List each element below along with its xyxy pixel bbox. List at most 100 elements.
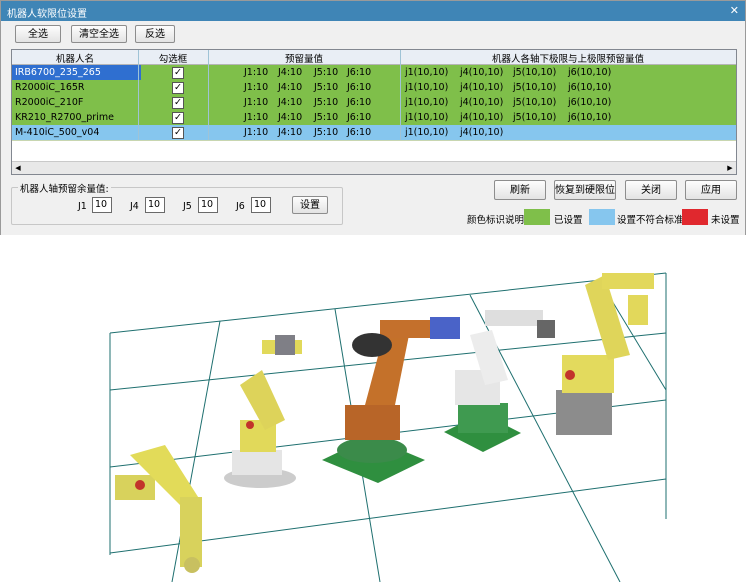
margin-j1: J1:10 <box>244 127 269 138</box>
margin-j5: J5:10 <box>314 112 339 123</box>
robot-arm-yellow-right <box>556 273 654 435</box>
scroll-left-icon[interactable]: ◀ <box>12 163 24 173</box>
header-limits: 机器人各轴下极限与上极限预留量值 <box>491 54 644 65</box>
margin-j6: J6:10 <box>347 127 372 138</box>
set-margin-button[interactable]: 设置 <box>292 196 328 214</box>
legend-label-nonstandard: 设置不符合标准 <box>617 215 684 226</box>
legend-color-set <box>524 209 550 225</box>
limit-j4: j4(10,10) <box>460 82 504 93</box>
legend-label-unset: 未设置 <box>711 215 740 226</box>
j4-input[interactable]: 10 <box>145 197 165 213</box>
margin-j6: J6:10 <box>347 67 372 78</box>
limit-j5: j5(10,10) <box>513 67 557 78</box>
j5-label: J5 <box>183 201 192 212</box>
row-checkbox[interactable]: ✓ <box>172 127 184 139</box>
margin-j4: J4:10 <box>278 97 303 108</box>
row-checkbox[interactable]: ✓ <box>172 82 184 94</box>
window-title: 机器人软限位设置 <box>7 9 87 20</box>
margin-j5: J5:10 <box>314 127 339 138</box>
j6-label: J6 <box>236 201 245 212</box>
row-checkbox[interactable]: ✓ <box>172 112 184 124</box>
robot-3d-viewport[interactable] <box>0 235 756 583</box>
select-all-button[interactable]: 全选 <box>15 25 61 43</box>
robot-arm-white <box>444 310 555 452</box>
table-row[interactable]: IRB6700_235_265 ✓ J1:10 J4:10 J5:10 J6:1… <box>12 65 736 81</box>
limit-j4: j4(10,10) <box>460 97 504 108</box>
scroll-right-icon[interactable]: ▶ <box>724 163 736 173</box>
limit-j1: j1(10,10) <box>405 67 449 78</box>
robot-arm-yellow-small <box>115 445 202 573</box>
axis-margin-label: 机器人轴预留余量值: <box>18 181 111 195</box>
row-checkbox[interactable]: ✓ <box>172 67 184 79</box>
j6-input[interactable]: 10 <box>251 197 271 213</box>
legend-label-set: 已设置 <box>554 215 583 226</box>
limit-j6: j6(10,10) <box>568 97 612 108</box>
close-icon[interactable]: ✕ <box>730 4 739 17</box>
horizontal-scrollbar[interactable]: ◀ ▶ <box>12 161 736 174</box>
margin-j5: J5:10 <box>314 82 339 93</box>
limit-j6: j6(10,10) <box>568 67 612 78</box>
margin-j1: J1:10 <box>244 67 269 78</box>
j1-label: J1 <box>78 201 87 212</box>
margin-j4: J4:10 <box>278 82 303 93</box>
margin-j1: J1:10 <box>244 97 269 108</box>
robot-arm-yellow-left <box>224 335 302 488</box>
limit-j5: j5(10,10) <box>513 112 557 123</box>
limit-j4: j4(10,10) <box>460 112 504 123</box>
j5-input[interactable]: 10 <box>198 197 218 213</box>
apply-button[interactable]: 应用 <box>685 180 737 200</box>
header-margin: 预留量值 <box>284 54 323 65</box>
margin-j5: J5:10 <box>314 97 339 108</box>
margin-j6: J6:10 <box>347 97 372 108</box>
column-divider <box>400 50 401 140</box>
table-row[interactable]: R2000iC_165R ✓ J1:10 J4:10 J5:10 J6:10 j… <box>12 80 736 96</box>
limit-j6: j6(10,10) <box>568 112 612 123</box>
margin-j6: J6:10 <box>347 82 372 93</box>
close-button[interactable]: 关闭 <box>625 180 677 200</box>
soft-limit-dialog: 机器人软限位设置 ✕ 全选 清空全选 反选 机器人名 勾选框 预留量值 机器人各… <box>0 0 746 237</box>
table-row[interactable]: M-410iC_500_v04 ✓ J1:10 J4:10 J5:10 J6:1… <box>12 125 736 141</box>
invert-selection-button[interactable]: 反选 <box>135 25 175 43</box>
column-divider <box>138 50 139 140</box>
title-bar: 机器人软限位设置 ✕ <box>1 1 745 21</box>
refresh-button[interactable]: 刷新 <box>494 180 546 200</box>
table-header: 机器人名 勾选框 预留量值 机器人各轴下极限与上极限预留量值 <box>12 50 736 65</box>
legend-title: 颜色标识说明: <box>467 215 528 226</box>
column-divider <box>208 50 209 140</box>
j4-label: J4 <box>130 201 139 212</box>
limit-j6: j6(10,10) <box>568 82 612 93</box>
limit-j1: j1(10,10) <box>405 82 449 93</box>
limit-j4: j4(10,10) <box>460 127 504 138</box>
viewport-canvas <box>109 272 667 583</box>
margin-j4: J4:10 <box>278 112 303 123</box>
limit-j1: j1(10,10) <box>405 112 449 123</box>
margin-j4: J4:10 <box>278 127 303 138</box>
robot-table[interactable]: 机器人名 勾选框 预留量值 机器人各轴下极限与上极限预留量值 IRB6700_2… <box>11 49 737 175</box>
j1-input[interactable]: 10 <box>92 197 112 213</box>
margin-j5: J5:10 <box>314 67 339 78</box>
margin-j1: J1:10 <box>244 82 269 93</box>
margin-j6: J6:10 <box>347 112 372 123</box>
legend-color-unset <box>682 209 708 225</box>
limit-j5: j5(10,10) <box>513 82 557 93</box>
axis-margin-group: 机器人轴预留余量值: J1 10 J4 10 J5 10 J6 10 设置 <box>11 181 343 225</box>
clear-all-button[interactable]: 清空全选 <box>71 25 127 43</box>
row-checkbox[interactable]: ✓ <box>172 97 184 109</box>
table-row[interactable]: KR210_R2700_prime ✓ J1:10 J4:10 J5:10 J6… <box>12 110 736 126</box>
margin-j1: J1:10 <box>244 112 269 123</box>
header-robot-name: 机器人名 <box>55 54 94 65</box>
limit-j4: j4(10,10) <box>460 67 504 78</box>
robot-name-cell[interactable]: M-410iC_500_v04 <box>15 127 99 138</box>
table-row[interactable]: R2000iC_210F ✓ J1:10 J4:10 J5:10 J6:10 j… <box>12 95 736 111</box>
robot-name-cell[interactable]: R2000iC_210F <box>15 97 83 108</box>
robot-name-cell[interactable]: KR210_R2700_prime <box>15 112 114 123</box>
limit-j5: j5(10,10) <box>513 97 557 108</box>
limit-j1: j1(10,10) <box>405 127 449 138</box>
robot-name-cell[interactable]: IRB6700_235_265 <box>12 65 141 80</box>
limit-j1: j1(10,10) <box>405 97 449 108</box>
robot-name-cell[interactable]: R2000iC_165R <box>15 82 85 93</box>
margin-j4: J4:10 <box>278 67 303 78</box>
legend-color-nonstandard <box>589 209 615 225</box>
restore-hard-limit-button[interactable]: 恢复到硬限位 <box>554 180 616 200</box>
robot-arm-orange <box>322 317 460 483</box>
